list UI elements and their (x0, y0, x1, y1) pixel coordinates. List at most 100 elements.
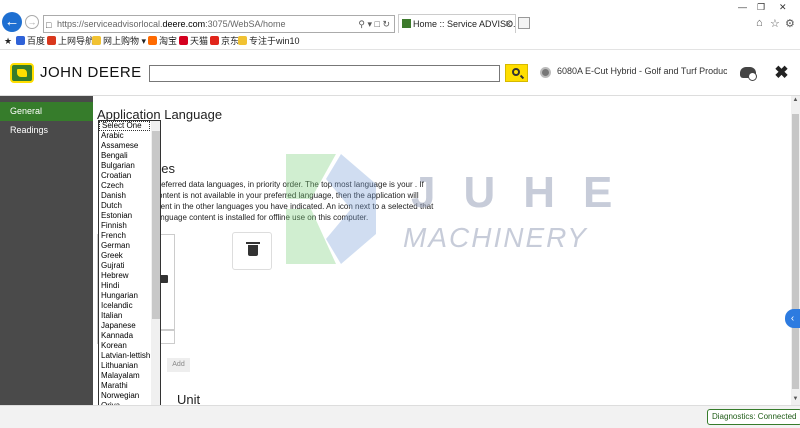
dropdown-option[interactable]: Icelandic (99, 301, 150, 311)
star-icon[interactable]: ☆ (770, 17, 780, 30)
scroll-up-icon[interactable]: ▲ (791, 97, 800, 103)
sidebar: General Readings (0, 96, 93, 405)
dropdown-option[interactable]: Hindi (99, 281, 150, 291)
dropdown-option[interactable]: Finnish (99, 221, 150, 231)
expand-panel-button[interactable]: ‹ (785, 309, 800, 328)
tab-title: Home :: Service ADVISO... (413, 19, 516, 29)
scrollbar-thumb[interactable] (792, 114, 799, 389)
fav-item[interactable]: 天猫 (179, 33, 208, 49)
fav-icon (16, 36, 25, 45)
fav-icon (179, 36, 188, 45)
dropdown-option[interactable]: Norwegian (99, 391, 150, 401)
tab-favicon (402, 19, 411, 28)
dropdown-option[interactable]: Malayalam (99, 371, 150, 381)
diagnostics-status-badge[interactable]: Diagnostics: Connected (707, 409, 800, 425)
dropdown-options: Select One Arabic Assamese Bengali Bulgarian… (99, 121, 150, 420)
dropdown-option[interactable]: Lithuanian (99, 361, 150, 371)
search-button[interactable] (505, 64, 528, 82)
dropdown-option[interactable]: Estonian (99, 211, 150, 221)
fav-item[interactable]: 百度 (16, 33, 45, 49)
dropdown-option[interactable]: Marathi (99, 381, 150, 391)
url-domain: deere.com (162, 19, 206, 29)
close-icon[interactable]: ✖ (773, 64, 790, 81)
dropdown-option[interactable]: Italian (99, 311, 150, 321)
fav-label: 百度 (27, 36, 46, 46)
url-prefix: https://serviceadvisorlocal. (57, 19, 163, 29)
dropdown-scrollbar-thumb[interactable] (152, 131, 160, 319)
address-bar[interactable]: □ https://serviceadvisorlocal.deere.com:… (43, 15, 395, 33)
gear-icon[interactable]: ⚙ (785, 17, 795, 30)
dropdown-option[interactable]: Latvian-lettish (99, 351, 150, 361)
favorites-star-icon[interactable]: ★ (4, 33, 12, 49)
fav-label: 网上购物 (103, 36, 140, 46)
search-icon[interactable]: ⚲ (358, 19, 365, 29)
scroll-down-icon[interactable]: ▼ (791, 396, 800, 402)
search-input[interactable] (149, 65, 500, 82)
dropdown-option[interactable]: Bengali (99, 151, 150, 161)
machine-icon (540, 67, 551, 78)
dropdown-option[interactable]: Assamese (99, 141, 150, 151)
lock-icon[interactable]: □ (375, 19, 380, 29)
address-tools: ⚲ ▾ □ ↻ (358, 16, 390, 32)
window-close-icon[interactable]: ✕ (779, 2, 787, 13)
dropdown-option[interactable]: French (99, 231, 150, 241)
sidebar-item-general[interactable]: General (0, 102, 93, 121)
watermark-subtitle: MACHINERY (403, 222, 588, 253)
fav-item[interactable]: 网上购物 ▾ (92, 33, 146, 49)
dropdown-option[interactable]: Bulgarian (99, 161, 150, 171)
fav-icon (47, 36, 56, 45)
fav-label: 京东 (221, 36, 240, 46)
sidebar-item-readings[interactable]: Readings (0, 121, 93, 140)
new-tab-button[interactable] (518, 17, 530, 29)
watermark-logo-icon (286, 154, 376, 264)
page-scrollbar[interactable]: ▲ ▼ (791, 96, 800, 405)
status-bar: Diagnostics: Connected (0, 405, 800, 428)
dropdown-icon[interactable]: ▾ (367, 19, 372, 29)
dropdown-option[interactable]: Hebrew (99, 271, 150, 281)
brand-name[interactable]: JOHN DEERE (40, 64, 142, 81)
lock-icon: □ (46, 20, 52, 30)
fav-label: 天猫 (190, 36, 209, 46)
dropdown-option[interactable]: German (99, 241, 150, 251)
fav-item[interactable]: 淘宝 (148, 33, 177, 49)
dropdown-option[interactable]: Croatian (99, 171, 150, 181)
add-language-button[interactable]: Add (167, 358, 190, 372)
john-deere-logo-icon[interactable] (10, 63, 34, 83)
browser-tab[interactable]: Home :: Service ADVISO... ✕ (398, 14, 516, 33)
fav-item[interactable]: 上网导航 (47, 33, 94, 49)
folder-icon (238, 36, 247, 45)
dropdown-option[interactable]: Arabic (99, 131, 150, 141)
search-icon (512, 68, 520, 76)
dropdown-option[interactable]: Danish (99, 191, 150, 201)
dropdown-option[interactable]: Czech (99, 181, 150, 191)
back-arrow-icon[interactable]: ← (2, 12, 22, 32)
home-icon[interactable]: ⌂ (756, 17, 763, 29)
dropdown-scrollbar[interactable]: ⌄ (151, 121, 160, 420)
app-header: JOHN DEERE 6080A E-Cut Hybrid - Golf and… (0, 50, 800, 96)
selected-machine[interactable]: 6080A E-Cut Hybrid - Golf and Turf Produ… (557, 66, 727, 76)
minimize-icon[interactable]: — (738, 2, 747, 12)
dropdown-option[interactable]: Korean (99, 341, 150, 351)
forward-arrow-icon[interactable]: → (25, 15, 39, 29)
tab-close-icon[interactable]: ✕ (504, 15, 512, 33)
dropdown-option[interactable]: Dutch (99, 201, 150, 211)
fav-icon (210, 36, 219, 45)
folder-icon (92, 36, 101, 45)
refresh-icon[interactable]: ↻ (382, 19, 390, 29)
fav-icon (148, 36, 157, 45)
dropdown-option[interactable]: Greek (99, 251, 150, 261)
browser-titlebar: ← → □ https://serviceadvisorlocal.deere.… (0, 0, 800, 33)
unit-heading: Unit (177, 392, 201, 405)
dropdown-option[interactable]: Japanese (99, 321, 150, 331)
cloud-settings-icon[interactable] (740, 67, 757, 81)
dropdown-option[interactable]: Gujrati (99, 261, 150, 271)
dropdown-option[interactable]: Kannada (99, 331, 150, 341)
fav-label: 上网导航 (58, 36, 95, 46)
fav-item[interactable]: 京东 (210, 33, 239, 49)
dropdown-option-placeholder[interactable]: Select One (99, 121, 150, 131)
restore-icon[interactable]: ❐ (757, 2, 765, 13)
favorites-bar: ★ 百度 上网导航 网上购物 ▾ 淘宝 天猫 京东 专注于win10 (0, 33, 800, 50)
fav-item[interactable]: 专注于win10 (238, 33, 300, 49)
dropdown-option[interactable]: Hungarian (99, 291, 150, 301)
application-language-dropdown[interactable]: Select One Arabic Assamese Bengali Bulgarian… (98, 120, 161, 421)
